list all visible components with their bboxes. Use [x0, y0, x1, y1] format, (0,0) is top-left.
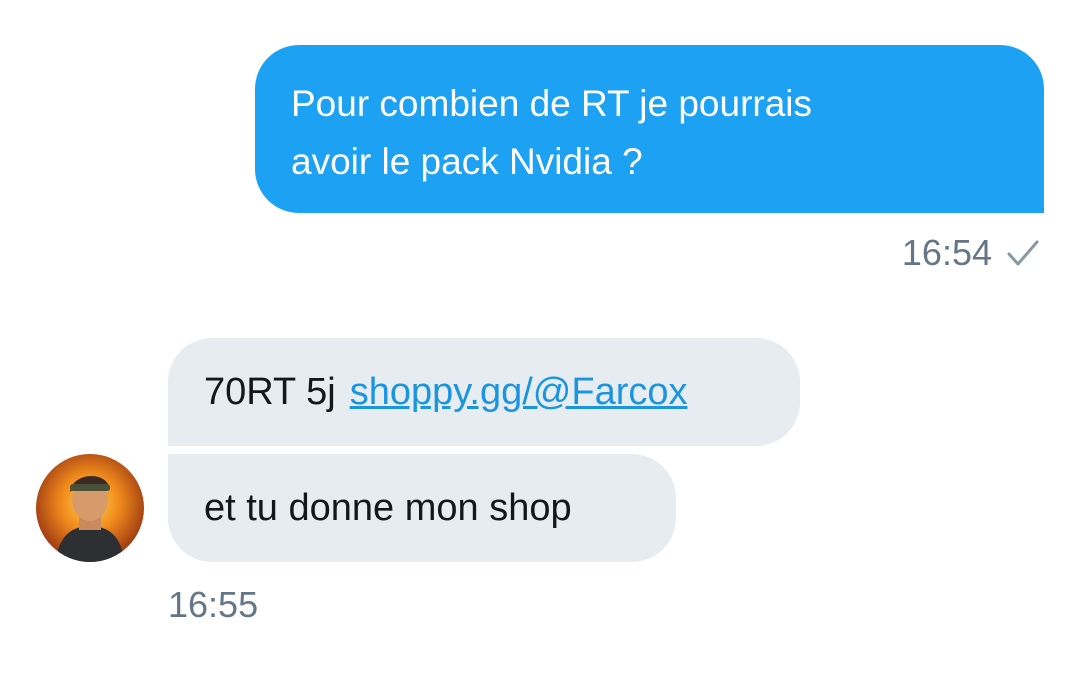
shop-link[interactable]: shoppy.gg/@Farcox	[350, 368, 688, 416]
incoming-message-bubble[interactable]: 70RT 5j shoppy.gg/@Farcox	[168, 338, 800, 446]
incoming-timestamp: 16:55	[168, 584, 259, 625]
check-icon	[1007, 240, 1039, 266]
incoming-message-text: et tu donne mon shop	[204, 487, 572, 529]
avatar-icon[interactable]	[36, 454, 144, 562]
outgoing-timestamp: 16:54	[901, 232, 992, 273]
outgoing-message-bubble[interactable]: Pour combien de RT je pourrais avoir le …	[255, 45, 1044, 213]
outgoing-message-meta: 16:54	[902, 232, 1040, 274]
outgoing-message-line-1: Pour combien de RT je pourrais	[291, 83, 813, 124]
incoming-message-text: 70RT 5j	[204, 371, 336, 413]
incoming-message-bubble[interactable]: et tu donne mon shop	[168, 454, 676, 562]
outgoing-message-line-2: avoir le pack Nvidia ?	[291, 141, 643, 182]
